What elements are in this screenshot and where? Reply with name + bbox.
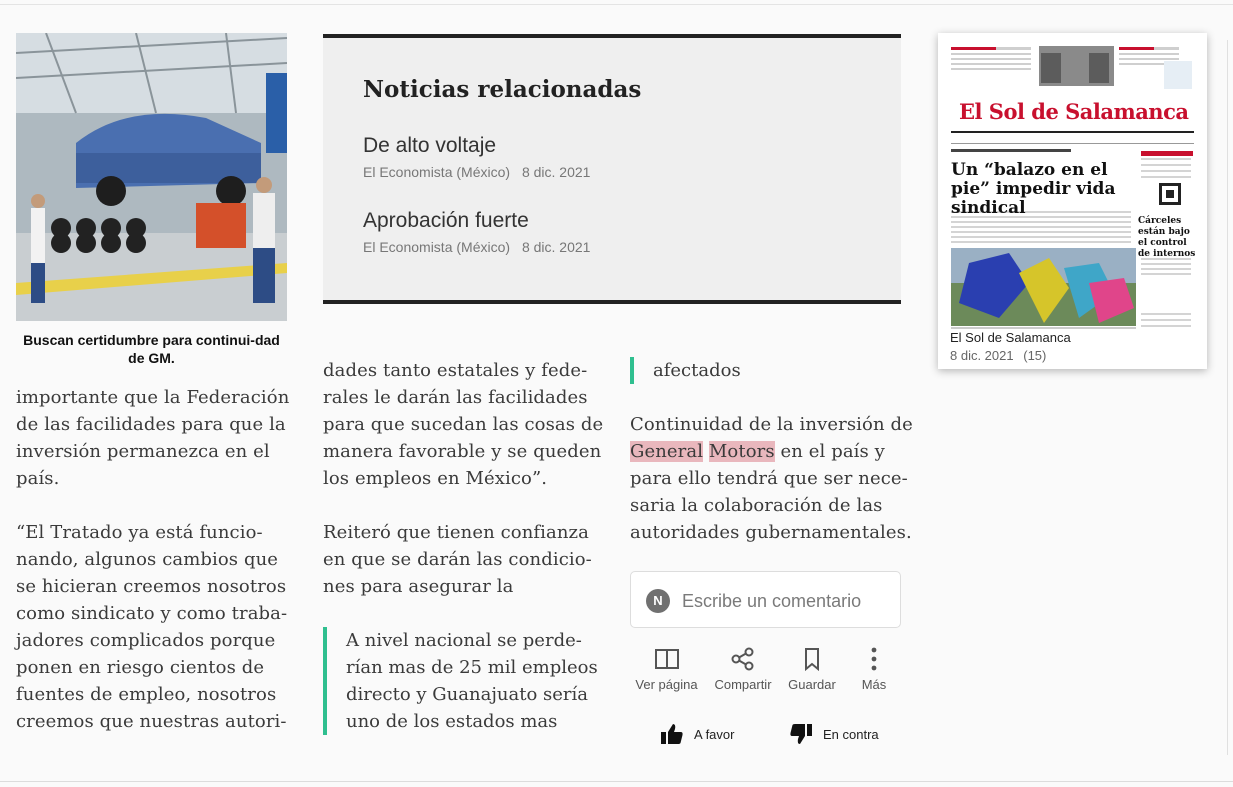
pull-quote-end: afectados: [630, 357, 923, 384]
article-photo[interactable]: [16, 33, 287, 321]
paragraph: importante que la Federación de las faci…: [16, 387, 290, 489]
newspaper-card[interactable]: El Sol de Salamanca Un “balazo en el pie…: [938, 33, 1207, 369]
vote-contra-label: En contra: [823, 726, 879, 742]
article-column-2: dades tanto estatales y fede-rales le da…: [323, 357, 613, 600]
related-news-title[interactable]: Aprobación fuerte: [363, 209, 590, 233]
newspaper-count: (15): [1023, 348, 1047, 363]
share-label: Compartir: [714, 677, 772, 692]
related-news-source: El Economista (México): [363, 239, 511, 255]
related-news-heading: Noticias relacionadas: [363, 76, 642, 103]
thumbs-down-icon: [790, 724, 812, 744]
highlighted-word[interactable]: General: [630, 441, 704, 462]
view-page-label: Ver página: [635, 677, 698, 692]
newspaper-cover[interactable]: El Sol de Salamanca Un “balazo en el pie…: [949, 43, 1196, 355]
related-news-date: 8 dic. 2021: [521, 164, 591, 180]
book-open-icon: [654, 649, 679, 669]
more-vertical-icon: [871, 647, 877, 671]
save-label: Guardar: [788, 677, 836, 692]
newspaper-date: 8 dic. 2021: [950, 348, 1014, 363]
related-news-meta: El Economista (México) 8 dic. 2021: [363, 164, 590, 180]
right-divider: [1227, 40, 1228, 755]
photo-caption: Buscan certidumbre para continui-dad de …: [23, 332, 280, 366]
comment-box[interactable]: N: [630, 571, 901, 628]
bottom-divider: [0, 781, 1233, 782]
paragraph: dades tanto estatales y fede-rales le da…: [323, 360, 604, 489]
pull-quote: A nivel nacional se perde-rían mas de 25…: [323, 627, 616, 735]
factory-photo-icon: [16, 33, 287, 321]
article-column-3: Continuidad de la inversión de General M…: [630, 411, 920, 546]
paragraph: Continuidad de la inversión de General M…: [630, 411, 920, 546]
text-run: Continuidad de la inversión de: [630, 414, 913, 435]
avatar: N: [646, 589, 670, 613]
vote-favor-button[interactable]: A favor: [660, 722, 734, 746]
more-button[interactable]: Más: [856, 647, 892, 692]
newspaper-name[interactable]: El Sol de Salamanca: [950, 330, 1071, 345]
share-icon: [731, 647, 754, 671]
article-column-1: importante que la Federación de las faci…: [16, 384, 296, 735]
newspaper-headline: Un “balazo en el pie” impedir vida sindi…: [951, 160, 1116, 218]
highlighted-word[interactable]: Motors: [708, 441, 775, 462]
paragraph: “El Tratado ya está funcio-nando, alguno…: [16, 522, 288, 732]
related-news-title[interactable]: De alto voltaje: [363, 134, 590, 158]
thumbs-up-icon: [661, 724, 683, 744]
view-page-button[interactable]: Ver página: [635, 647, 698, 692]
comment-input[interactable]: [682, 588, 882, 614]
newspaper-meta: 8 dic. 2021 (15): [950, 348, 1047, 363]
related-news-source: El Economista (México): [363, 164, 511, 180]
related-news-date: 8 dic. 2021: [521, 239, 591, 255]
paragraph: Reiteró que tienen confianza en que se d…: [323, 522, 592, 597]
related-news-item[interactable]: De alto voltaje El Economista (México) 8…: [363, 134, 590, 180]
top-divider: [0, 4, 1233, 5]
vote-favor-label: A favor: [694, 726, 735, 742]
more-label: Más: [861, 677, 887, 692]
related-news-item[interactable]: Aprobación fuerte El Economista (México)…: [363, 209, 590, 255]
newspaper-masthead: El Sol de Salamanca: [959, 99, 1189, 124]
related-news-meta: El Economista (México) 8 dic. 2021: [363, 239, 590, 255]
vote-contra-button[interactable]: En contra: [789, 722, 879, 746]
save-button[interactable]: Guardar: [787, 647, 837, 692]
share-button[interactable]: Compartir: [714, 647, 772, 692]
action-bar: Ver página Compartir Guardar Más: [630, 647, 910, 697]
bookmark-icon: [805, 648, 819, 671]
newspaper-side-headline: Cárceles están bajo el control de intern…: [1138, 216, 1196, 259]
related-news-box: Noticias relacionadas De alto voltaje El…: [323, 34, 901, 304]
